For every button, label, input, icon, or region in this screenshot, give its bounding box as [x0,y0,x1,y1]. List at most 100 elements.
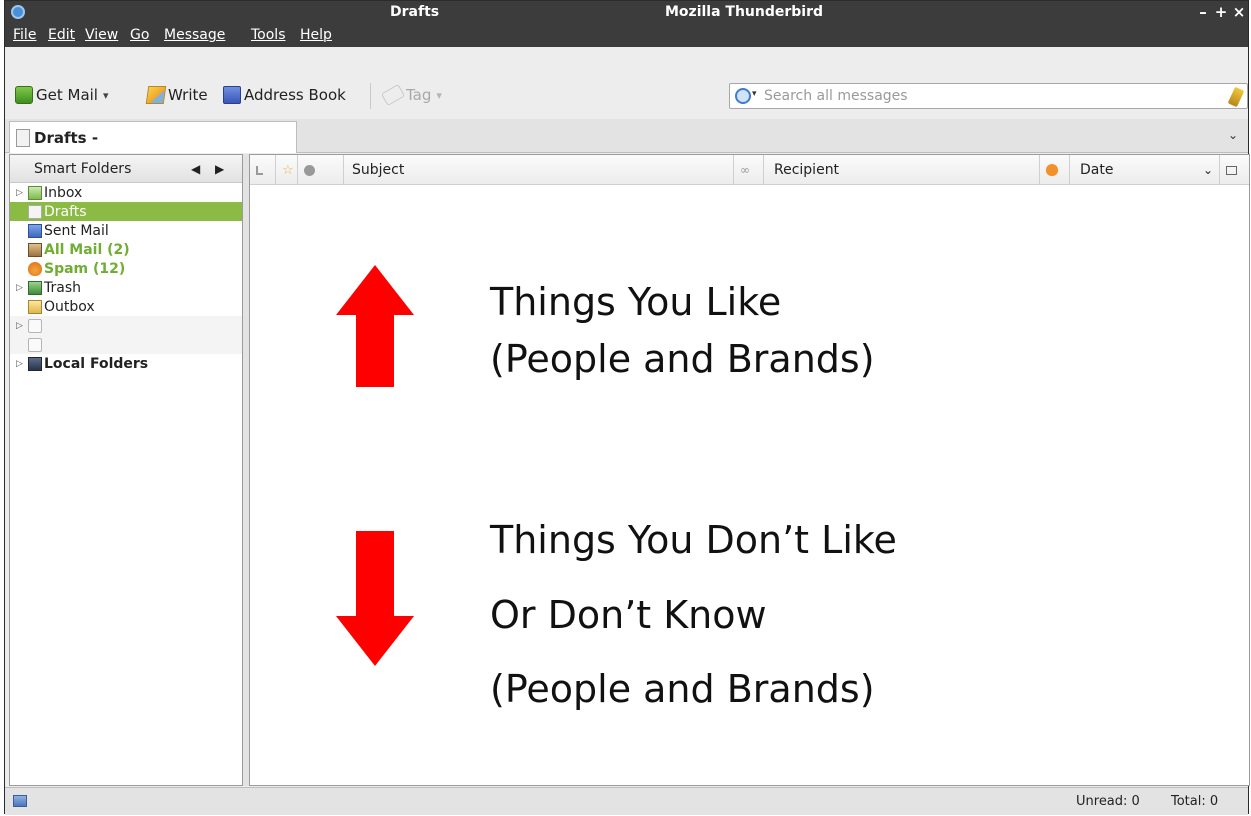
search-icon[interactable] [735,88,751,104]
title-bar: Drafts Mozilla Thunderbird – + × [5,1,1248,25]
address-book-icon [223,86,241,104]
overlay-like-line-2: (People and Brands) [490,337,875,381]
column-recipient[interactable]: Recipient [764,155,1040,185]
overlay-dislike-line-1: Things You Don’t Like [490,518,897,562]
drafts-icon [16,128,30,147]
column-read[interactable]: ∞ [734,155,764,185]
menu-tools[interactable]: Tools [251,27,286,43]
drafts-icon [28,204,42,219]
folder-drafts[interactable]: Drafts [10,202,242,221]
tab-list-chevron-icon[interactable]: ⌄ [1228,128,1238,142]
thunderbird-window: Drafts Mozilla Thunderbird – + × File Ed… [4,0,1250,815]
account-icon [28,337,42,352]
search-box[interactable]: ▾ [729,83,1248,109]
folder-inbox[interactable]: ▷ Inbox [10,183,242,202]
tag-icon [380,83,406,107]
chevron-down-icon: ▾ [436,88,442,102]
overlay-dislike-line-2: Or Don’t Know [490,593,767,637]
minimize-button[interactable]: – [1195,3,1211,21]
overlay-dislike-line-3: (People and Brands) [490,667,875,711]
window-title-folder: Drafts [390,4,440,20]
attachment-icon [304,164,315,176]
folder-account-2[interactable] [10,335,242,354]
star-icon: ☆ [282,162,294,178]
folder-label: Spam (12) [44,260,126,277]
archive-icon [28,242,42,257]
column-starred[interactable]: ☆ [276,155,298,185]
chevron-down-icon[interactable]: ▾ [103,89,109,102]
folder-label: Inbox [44,184,83,201]
toolbar-spacer [5,47,1248,71]
close-button[interactable]: × [1231,3,1247,21]
account-icon [28,318,42,333]
window-title-app: Mozilla Thunderbird [665,4,824,20]
folder-label: All Mail (2) [44,241,130,258]
menu-file[interactable]: File [13,27,36,43]
outbox-icon [28,299,42,314]
get-mail-button[interactable]: Get Mail ▾ [15,81,109,109]
online-status-icon[interactable] [13,795,27,807]
folder-label: Trash [44,279,81,296]
tab-drafts[interactable]: Drafts - [9,121,297,153]
column-junk[interactable] [1040,155,1070,185]
clear-search-icon[interactable] [1227,86,1245,108]
menu-view[interactable]: View [85,27,118,43]
get-mail-label: Get Mail [36,86,98,104]
menu-go[interactable]: Go [130,27,149,43]
sort-chevron-icon: ⌄ [1202,163,1213,177]
folder-local-folders[interactable]: ▷ Local Folders [10,354,242,373]
prev-folder-mode-icon[interactable]: ◀ [191,162,200,176]
menu-message[interactable]: Message [164,27,225,43]
next-folder-mode-icon[interactable]: ▶ [215,162,224,176]
column-date-label: Date [1080,162,1114,178]
folder-label: Drafts [44,203,87,220]
folder-outbox[interactable]: Outbox [10,297,242,316]
column-attachment[interactable] [298,155,344,185]
tab-bar: Drafts - ⌄ [5,119,1248,153]
menu-bar: File Edit View Go Message Tools Help [5,25,1248,47]
write-pencil-icon [145,86,167,104]
folder-account-1[interactable]: ▷ [10,316,242,335]
tag-label: Tag [406,86,432,104]
read-status-icon: ∞ [740,163,750,177]
menu-help[interactable]: Help [300,27,332,43]
folder-sent[interactable]: Sent Mail [10,221,242,240]
tag-button[interactable]: Tag ▾ [380,81,442,109]
write-button[interactable]: Write [145,81,208,109]
address-book-button[interactable]: Address Book [223,81,346,109]
column-subject[interactable]: Subject [344,155,734,185]
junk-icon [28,261,42,276]
thread-icon [256,165,263,175]
tab-label: Drafts - [34,128,99,147]
folder-label: Sent Mail [44,222,109,239]
column-thread[interactable] [250,155,276,185]
thread-pane: ☆ Subject ∞ Recipient Date ⌄ Things You … [249,154,1250,786]
folder-pane-header: Smart Folders ◀ ▶ [10,155,242,183]
folder-trash[interactable]: ▷ Trash [10,278,242,297]
search-input[interactable] [764,86,1204,106]
overlay-like-line-1: Things You Like [490,280,782,324]
status-bar: Unread: 0 Total: 0 [5,787,1248,815]
thunderbird-app-icon[interactable] [11,5,25,19]
expand-twisty-icon[interactable]: ▷ [16,283,26,293]
inbox-icon [28,185,42,200]
get-mail-icon [15,86,33,104]
folder-label: Outbox [44,298,95,315]
folder-all-mail[interactable]: All Mail (2) [10,240,242,259]
maximize-button[interactable]: + [1213,3,1229,21]
folder-mode-label: Smart Folders [34,161,132,177]
expand-twisty-icon[interactable]: ▷ [16,359,26,369]
write-label: Write [168,86,208,104]
column-picker[interactable] [1220,155,1250,185]
folder-spam[interactable]: Spam (12) [10,259,242,278]
column-picker-icon [1226,165,1237,175]
red-up-arrow-stem [356,314,394,387]
expand-twisty-icon[interactable]: ▷ [16,188,26,198]
menu-edit[interactable]: Edit [48,27,75,43]
search-scope-chevron-icon[interactable]: ▾ [752,89,757,99]
junk-status-icon [1046,164,1058,176]
expand-twisty-icon[interactable]: ▷ [16,321,26,331]
column-date[interactable]: Date ⌄ [1070,155,1220,185]
sent-icon [28,223,42,238]
unread-count: Unread: 0 [1076,794,1140,809]
